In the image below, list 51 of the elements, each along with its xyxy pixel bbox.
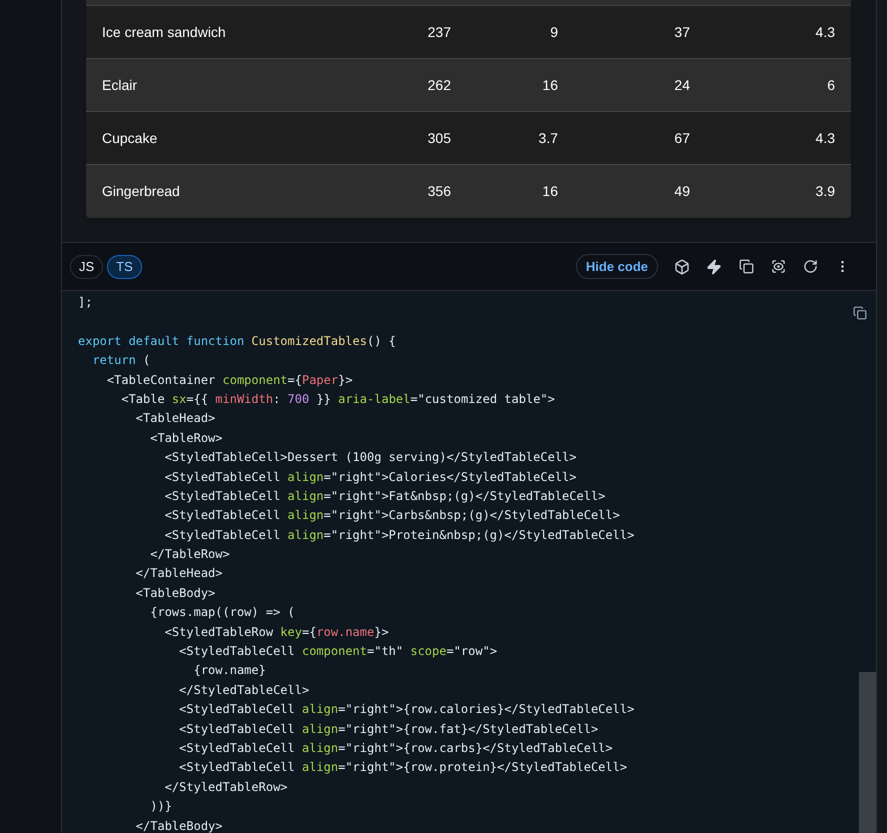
table-cell-text: 16 — [541, 76, 558, 94]
table-cell-text: 3.9 — [814, 182, 835, 201]
code-line: <StyledTableCell align="right">Calories</StyledTableCell> — [164, 470, 577, 484]
hide-code-button[interactable]: Hide code — [576, 254, 658, 279]
table-cell-text: 237 — [426, 22, 451, 42]
language-tab[interactable]: JS — [70, 254, 104, 278]
table-cell-text: Gingerbread — [102, 182, 181, 201]
table-cell-text: 3.7 — [538, 128, 558, 148]
table-cell-text: 305 — [426, 128, 451, 148]
code-line: <StyledTableCell align="right">Fat&nbsp;(g)</StyledTableCell> — [164, 488, 606, 503]
code-line: <StyledTableCell align="right">{row.calories}</StyledTableCell> — [178, 702, 634, 716]
code-line: </TableHead> — [134, 566, 222, 580]
table-cell-text: 262 — [426, 76, 451, 94]
code-line: {rows.map((row) => ( — [149, 605, 295, 620]
code-line: </TableBody> — [134, 818, 222, 833]
table-cell-text: Ice cream sandwich — [102, 22, 227, 42]
code-line: ))} — [149, 799, 172, 814]
code-line: <StyledTableCell align="right">{row.fat}</StyledTableCell> — [178, 722, 598, 736]
code-line: {row.name} — [192, 663, 266, 678]
table-cell-text: 24 — [673, 76, 690, 94]
code-line: export default function CustomizedTables() { — [78, 334, 396, 348]
code-line: <TableBody> — [134, 586, 216, 600]
code-line: </StyledTableRow> — [164, 780, 288, 794]
code-line: <Table sx={{ minWidth: 700 }} aria-label="customized table"> — [120, 392, 555, 406]
table-cell-text: 16 — [541, 182, 558, 201]
code-line: <StyledTableCell align="right">Carbs&nbsp;(g)</StyledTableCell> — [164, 508, 620, 522]
code-line: <TableContainer component={Paper}> — [106, 372, 353, 387]
table-cell-text: 37 — [673, 22, 690, 42]
code-line: </StyledTableCell> — [178, 682, 310, 697]
language-tab[interactable]: TS — [107, 254, 142, 278]
code-line: <StyledTableCell component="th" scope="row"> — [178, 644, 498, 658]
code-line: <TableRow> — [149, 430, 222, 445]
table-cell-text: 4.3 — [814, 128, 835, 148]
code-line: <StyledTableCell align="right">{row.carbs}</StyledTableCell> — [178, 740, 613, 755]
table-cell-text: Cupcake — [102, 128, 158, 148]
code-line: <StyledTableCell>Dessert (100g serving)</StyledTableCell> — [164, 450, 576, 464]
code-line: <TableHead> — [134, 411, 216, 426]
code-line: <StyledTableRow key={row.name}> — [164, 624, 389, 639]
table-cell-text: Eclair — [102, 76, 138, 94]
code-line: ]; — [78, 295, 92, 309]
code-line: <StyledTableCell align="right">{row.protein}</StyledTableCell> — [178, 760, 628, 774]
table-cell-text: 4.3 — [814, 22, 835, 42]
scrollbar-thumb[interactable] — [859, 672, 876, 833]
code-line: <StyledTableCell align="right">Protein&nbsp;(g)</StyledTableCell> — [164, 528, 634, 542]
code-line: </TableRow> — [149, 547, 230, 562]
table-cell-text: 9 — [549, 22, 558, 42]
code-line: return ( — [91, 353, 150, 368]
table-cell-text: 49 — [673, 182, 690, 201]
table-cell-text: 67 — [673, 128, 690, 148]
table-cell-text: 356 — [426, 182, 451, 201]
table-cell-text: 6 — [826, 76, 835, 94]
